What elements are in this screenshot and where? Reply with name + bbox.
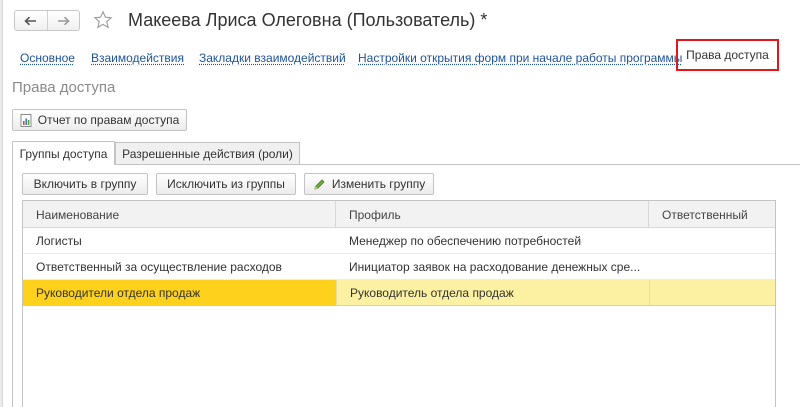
include-in-group-button[interactable]: Включить в группу [22, 173, 148, 195]
column-header-profile[interactable]: Профиль [336, 201, 649, 228]
table-row-selected[interactable]: Руководители отдела продаж Руководитель … [23, 280, 775, 306]
link-access-rights[interactable]: Права доступа [676, 39, 779, 71]
cell-name: Ответственный за осуществление расходов [36, 260, 282, 274]
column-header-responsible[interactable]: Ответственный [649, 201, 776, 228]
cell-name: Логисты [36, 234, 82, 248]
report-icon [20, 113, 32, 127]
link-access-rights-label: Права доступа [686, 48, 769, 62]
arrow-right-icon [57, 16, 70, 25]
link-main[interactable]: Основное [20, 51, 75, 65]
pencil-icon [314, 178, 325, 190]
cell-responsible [649, 254, 776, 280]
window-left-border [0, 0, 3, 407]
cell-responsible [649, 280, 776, 306]
window-title: Макеева Лриса Олеговна (Пользователь) * [128, 10, 488, 30]
star-outline-icon[interactable] [93, 10, 113, 30]
include-in-group-label: Включить в группу [33, 177, 137, 191]
section-title: Права доступа [12, 79, 116, 96]
tab-access-groups[interactable]: Группы доступа [12, 141, 115, 165]
exclude-from-group-button[interactable]: Исключить из группы [156, 173, 296, 195]
cell-name: Руководители отдела продаж [23, 280, 336, 306]
cell-responsible [649, 228, 776, 254]
link-interaction-bookmarks[interactable]: Закладки взаимодействий [199, 51, 346, 65]
table-row[interactable]: Ответственный за осуществление расходов … [23, 254, 775, 280]
edit-group-button[interactable]: Изменить группу [304, 173, 434, 195]
tab-allowed-actions-label: Разрешенные действия (роли) [122, 146, 293, 161]
link-startup-form-settings[interactable]: Настройки открытия форм при начале работ… [358, 51, 682, 65]
column-header-name[interactable]: Наименование [23, 201, 336, 228]
cell-profile: Менеджер по обеспечению потребностей [349, 234, 582, 248]
tab-access-groups-label: Группы доступа [19, 146, 108, 161]
exclude-from-group-label: Исключить из группы [167, 177, 285, 191]
access-rights-report-label: Отчет по правам доступа [37, 113, 180, 127]
edit-group-label: Изменить группу [331, 177, 426, 191]
tab-allowed-actions[interactable]: Разрешенные действия (роли) [115, 142, 300, 164]
cell-profile: Руководитель отдела продаж [336, 280, 649, 306]
back-button[interactable] [15, 11, 47, 30]
table-row[interactable]: Логисты Менеджер по обеспечению потребно… [23, 228, 775, 254]
cell-profile: Инициатор заявок на расходование денежны… [349, 260, 641, 274]
table-header: Наименование Профиль Ответственный [23, 201, 775, 228]
access-rights-report-button[interactable]: Отчет по правам доступа [12, 109, 187, 131]
access-groups-table: Наименование Профиль Ответственный Логис… [22, 200, 776, 407]
arrow-left-icon [24, 16, 37, 25]
history-nav [14, 10, 80, 31]
link-interactions[interactable]: Взаимодействия [91, 51, 184, 65]
forward-button[interactable] [46, 11, 80, 30]
